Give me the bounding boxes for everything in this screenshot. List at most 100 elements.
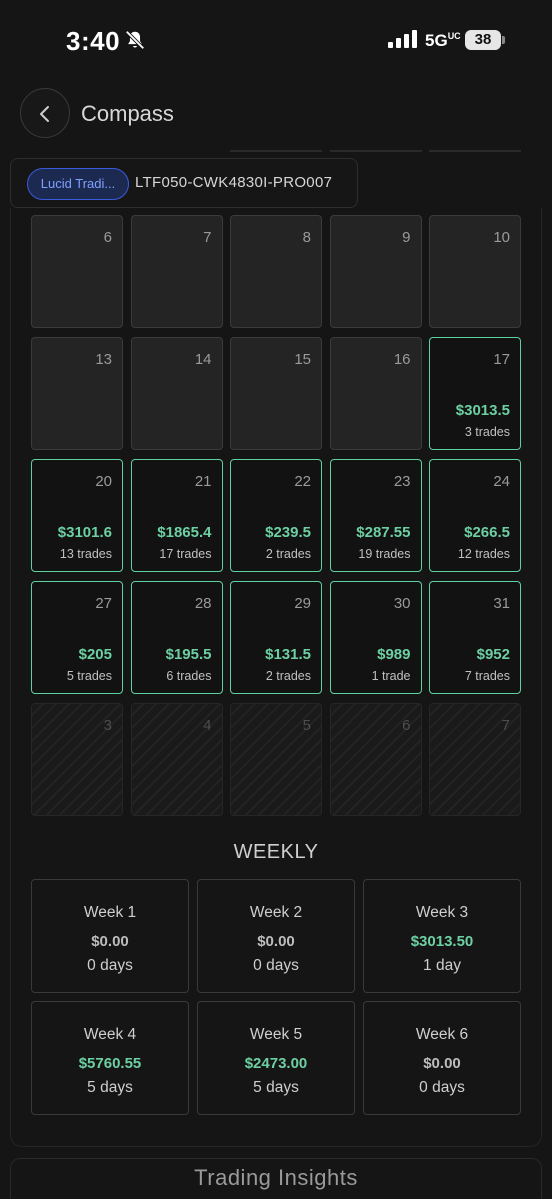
day-number: 20 (95, 473, 112, 490)
day-number: 13 (95, 351, 112, 368)
calendar-day[interactable]: 3 (31, 703, 123, 816)
day-number: 23 (393, 473, 411, 490)
back-button[interactable] (20, 88, 70, 138)
calendar-day[interactable]: 29 $131.5 2 trades (230, 581, 322, 694)
weekly-title: WEEKLY (233, 841, 319, 863)
day-number: 22 (294, 473, 311, 490)
bell-slash-icon (125, 30, 145, 50)
signal-bars-icon (388, 30, 417, 48)
week-label: Week 5 (249, 1026, 303, 1043)
day-number: 15 (294, 351, 311, 368)
week-card[interactable]: Week 3 $3013.50 1 day (363, 879, 521, 993)
account-selector[interactable]: Lucid Tradi... LTF050-CWK4830I-PRO007 (10, 158, 358, 208)
week-card[interactable]: Week 6 $0.00 0 days (363, 1001, 521, 1115)
day-trade-count: 5 trades (66, 669, 112, 683)
day-number: 5 (302, 717, 311, 734)
day-number: 27 (95, 595, 112, 612)
calendar-day[interactable]: 14 (130, 337, 223, 450)
calendar-day[interactable]: 10 (429, 215, 521, 328)
week-days: 0 days (253, 957, 299, 974)
day-number: 31 (493, 595, 510, 612)
calendar-day[interactable]: 15 (230, 337, 322, 450)
day-pnl: $287.55 (356, 524, 411, 541)
day-pnl: $989 (377, 646, 411, 663)
calendar-day[interactable]: 16 (329, 337, 422, 450)
week-card[interactable]: Week 1 $0.00 0 days (31, 879, 189, 993)
calendar-day[interactable]: 5 (230, 703, 322, 816)
account-id: LTF050-CWK4830I-PRO007 (135, 174, 333, 191)
calendar-day[interactable]: 8 (230, 215, 322, 328)
day-pnl: $266.5 (464, 524, 510, 541)
status-time: 3:40 (66, 26, 121, 56)
calendar-day[interactable]: 30 $989 1 trade (329, 581, 422, 694)
calendar-day[interactable]: 7 (429, 703, 521, 816)
calendar-day[interactable]: 9 (329, 215, 422, 328)
day-pnl: $952 (476, 646, 510, 663)
day-trade-count: 2 trades (265, 547, 311, 561)
calendar-day[interactable]: 4 (130, 703, 223, 816)
trading-insights-tab[interactable]: Trading Insights (10, 1158, 542, 1199)
week-pnl: $0.00 (423, 1055, 461, 1072)
day-trade-count: 17 trades (159, 547, 212, 561)
calendar-day[interactable]: 22 $239.5 2 trades (230, 459, 322, 572)
calendar-day[interactable]: 28 $195.5 6 trades (130, 581, 223, 694)
status-bar: 3:40 5GUC 38 (0, 0, 552, 80)
calendar-day[interactable]: 17 $3013.5 3 trades (429, 337, 521, 450)
day-trade-count: 12 trades (457, 547, 510, 561)
day-number: 6 (402, 717, 411, 734)
day-pnl: $3101.6 (57, 524, 112, 541)
day-pnl: $195.5 (165, 646, 212, 663)
day-number: 28 (194, 595, 212, 612)
calendar-day[interactable]: 27 $205 5 trades (31, 581, 123, 694)
day-pnl: $239.5 (265, 524, 311, 541)
day-pnl: $3013.5 (455, 402, 510, 419)
day-pnl: $205 (78, 646, 112, 663)
week-pnl: $2473.00 (244, 1055, 308, 1072)
day-pnl: $1865.4 (157, 524, 212, 541)
calendar-day[interactable]: 7 (130, 215, 223, 328)
day-number: 17 (493, 351, 510, 368)
day-trade-count: 1 trade (371, 669, 411, 683)
calendar-day[interactable]: 13 (31, 337, 123, 450)
day-number: 7 (203, 229, 212, 246)
chevron-left-icon (40, 106, 49, 122)
day-trade-count: 3 trades (464, 425, 510, 439)
calendar-day[interactable]: 24 $266.5 12 trades (429, 459, 521, 572)
weekly-summary-grid: Week 1 $0.00 0 days Week 2 $0.00 0 days Week 3… (31, 879, 521, 1115)
week-days: 0 days (87, 957, 133, 974)
week-days: 5 days (253, 1079, 299, 1096)
calendar-day[interactable]: 20 $3101.6 13 trades (31, 459, 123, 572)
account-tag[interactable]: Lucid Tradi... (27, 168, 129, 200)
day-number: 7 (501, 717, 510, 734)
day-number: 16 (393, 351, 411, 368)
calendar-day[interactable]: 23 $287.55 19 trades (329, 459, 422, 572)
day-trade-count: 2 trades (265, 669, 311, 683)
week-days: 5 days (87, 1079, 133, 1096)
week-label: Week 6 (415, 1026, 469, 1043)
day-number: 9 (402, 229, 411, 246)
scrolled-row-edge (330, 142, 422, 152)
week-pnl: $5760.55 (78, 1055, 142, 1072)
week-label: Week 2 (249, 904, 303, 921)
day-number: 4 (203, 717, 212, 734)
day-number: 21 (194, 473, 212, 490)
week-card[interactable]: Week 4 $5760.55 5 days (31, 1001, 189, 1115)
trading-insights-label: Trading Insights (194, 1165, 358, 1190)
page-title: Compass (81, 101, 174, 126)
day-number: 6 (103, 229, 112, 246)
day-number: 14 (194, 351, 212, 368)
day-number: 30 (393, 595, 411, 612)
calendar-day[interactable]: 6 (31, 215, 123, 328)
day-trade-count: 7 trades (464, 669, 510, 683)
week-card[interactable]: Week 5 $2473.00 5 days (197, 1001, 355, 1115)
week-card[interactable]: Week 2 $0.00 0 days (197, 879, 355, 993)
week-label: Week 3 (415, 904, 469, 921)
calendar-day[interactable]: 21 $1865.4 17 trades (130, 459, 223, 572)
day-trade-count: 19 trades (358, 547, 411, 561)
calendar-grid: 6 7 8 9 10 13 14 15 16 17 $3013.5 3 trades 20 $3101.6… (31, 215, 521, 816)
calendar-day[interactable]: 6 (329, 703, 422, 816)
day-number: 10 (493, 229, 510, 246)
day-trade-count: 6 trades (166, 669, 212, 683)
battery-indicator: 38 (465, 30, 505, 50)
calendar-day[interactable]: 31 $952 7 trades (429, 581, 521, 694)
